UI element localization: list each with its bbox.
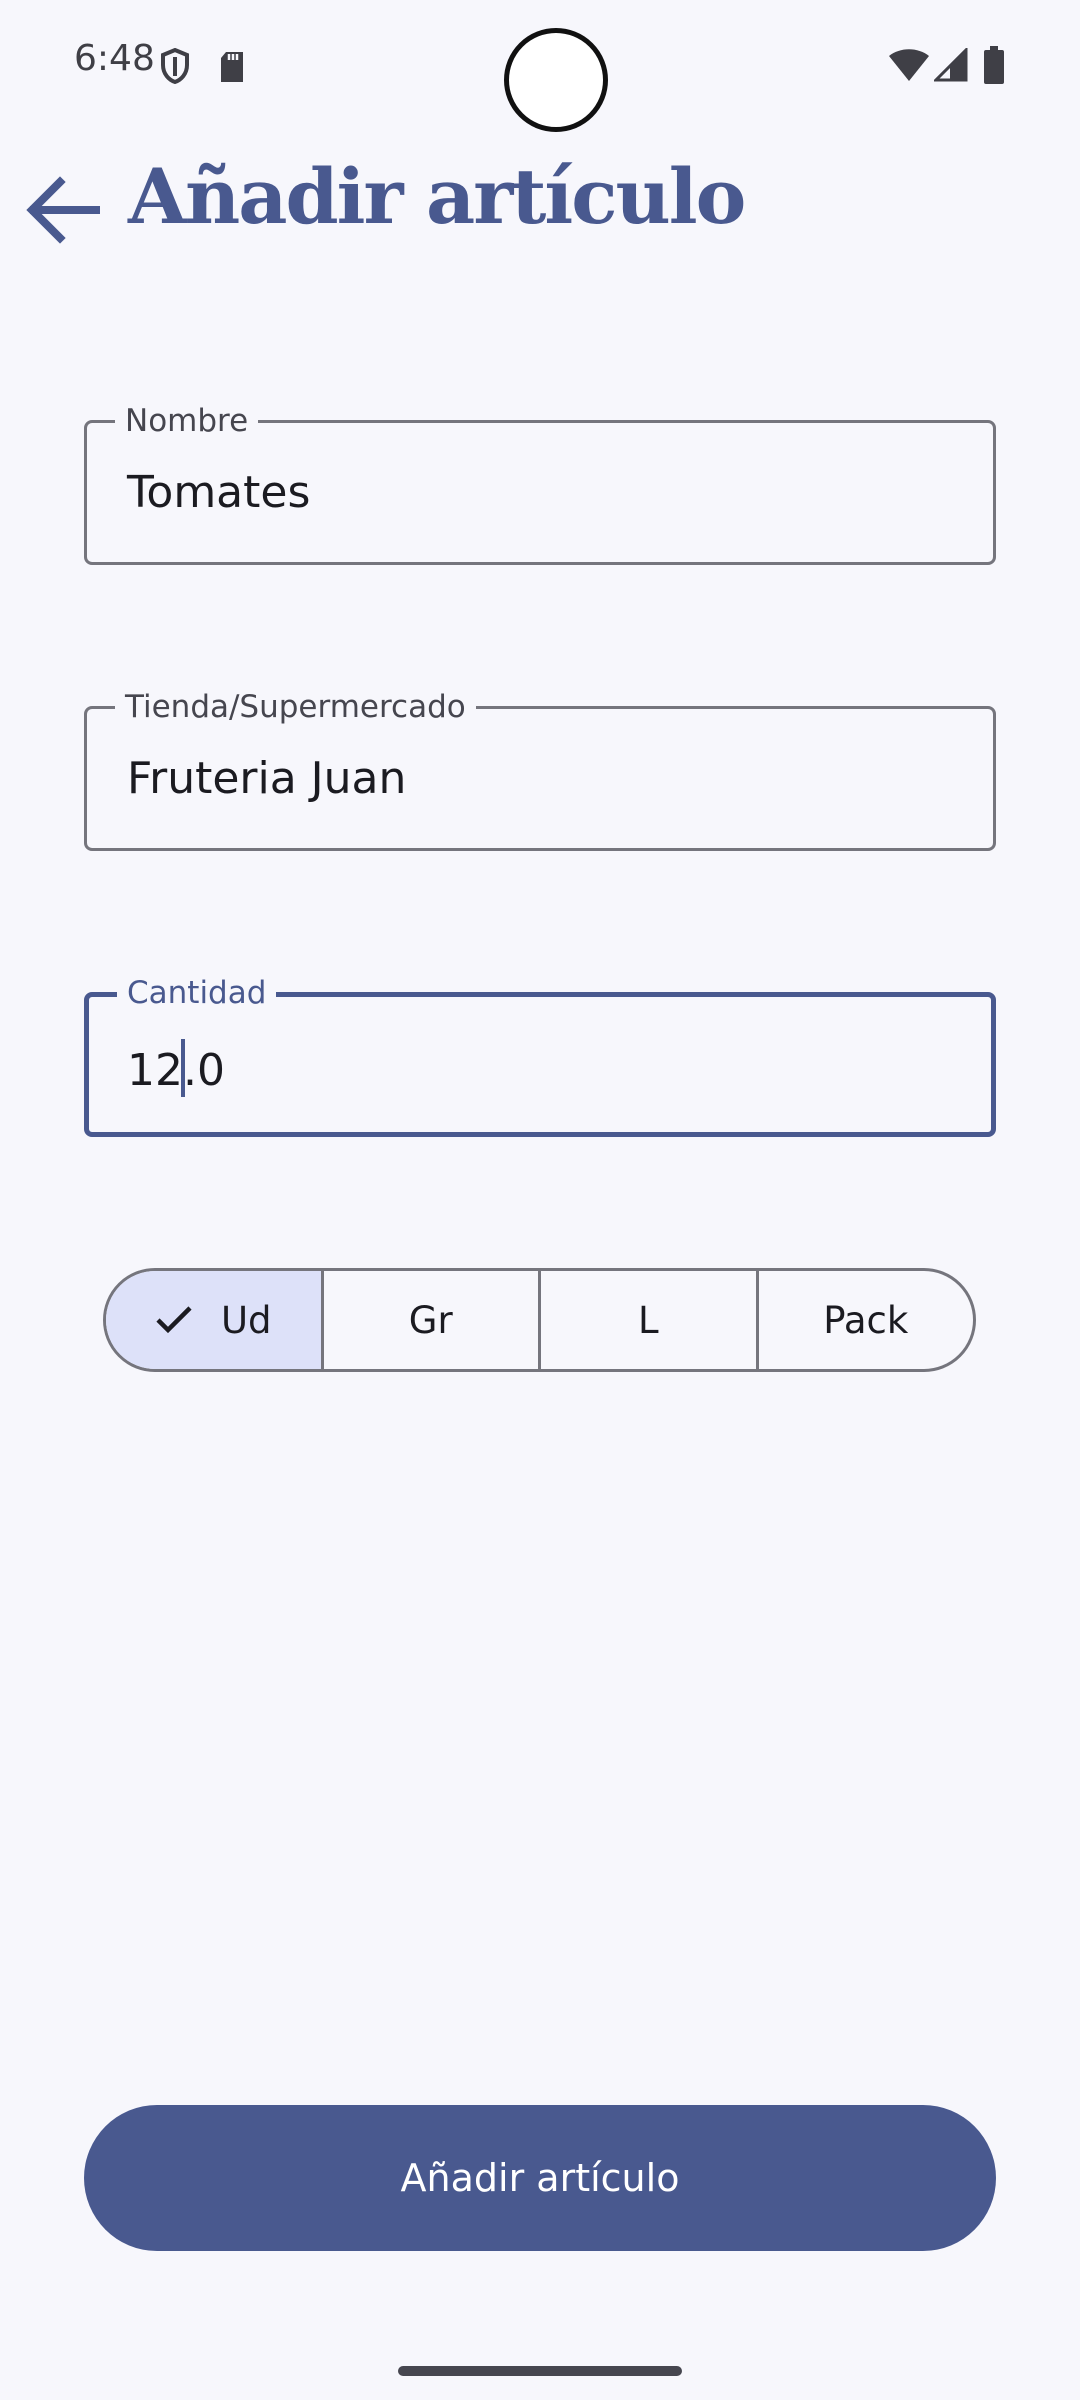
- page-title: Añadir artículo: [128, 152, 746, 241]
- front-camera: [504, 28, 608, 132]
- cantidad-value-before-cursor: 12: [127, 1045, 183, 1096]
- tienda-field[interactable]: Tienda/Supermercado Fruteria Juan: [84, 689, 996, 851]
- unit-option-l[interactable]: L: [538, 1271, 756, 1369]
- nombre-value: Tomates: [127, 467, 311, 518]
- cantidad-field[interactable]: Cantidad 12.0: [84, 975, 996, 1137]
- check-icon: [156, 1306, 192, 1334]
- home-indicator[interactable]: [398, 2366, 682, 2376]
- unit-selector[interactable]: Ud Gr L Pack: [103, 1268, 976, 1372]
- cantidad-value-after-cursor: .0: [183, 1045, 225, 1096]
- unit-option-label: Ud: [220, 1298, 272, 1342]
- unit-option-gr[interactable]: Gr: [320, 1271, 539, 1369]
- unit-option-pack[interactable]: Pack: [755, 1271, 974, 1369]
- nombre-label: Nombre: [115, 403, 259, 439]
- nombre-field[interactable]: Nombre Tomates: [84, 403, 996, 565]
- tienda-value: Fruteria Juan: [127, 753, 407, 804]
- shield-icon: [161, 48, 189, 84]
- arrow-left-icon[interactable]: [24, 170, 104, 250]
- tienda-label: Tienda/Supermercado: [115, 689, 476, 725]
- sdcard-icon: [221, 52, 243, 82]
- unit-option-label: L: [637, 1298, 659, 1342]
- status-time: 6:48: [74, 38, 155, 79]
- cantidad-value: 12.0: [127, 1039, 225, 1097]
- unit-option-label: Pack: [823, 1298, 909, 1342]
- add-item-button[interactable]: Añadir artículo: [84, 2105, 996, 2251]
- unit-option-ud[interactable]: Ud: [106, 1271, 321, 1369]
- signal-icon: [934, 48, 968, 82]
- unit-option-label: Gr: [408, 1298, 453, 1342]
- status-bar: 6:48: [0, 0, 1080, 132]
- cantidad-label: Cantidad: [117, 975, 277, 1011]
- wifi-icon: [889, 49, 929, 81]
- battery-icon: [984, 46, 1004, 84]
